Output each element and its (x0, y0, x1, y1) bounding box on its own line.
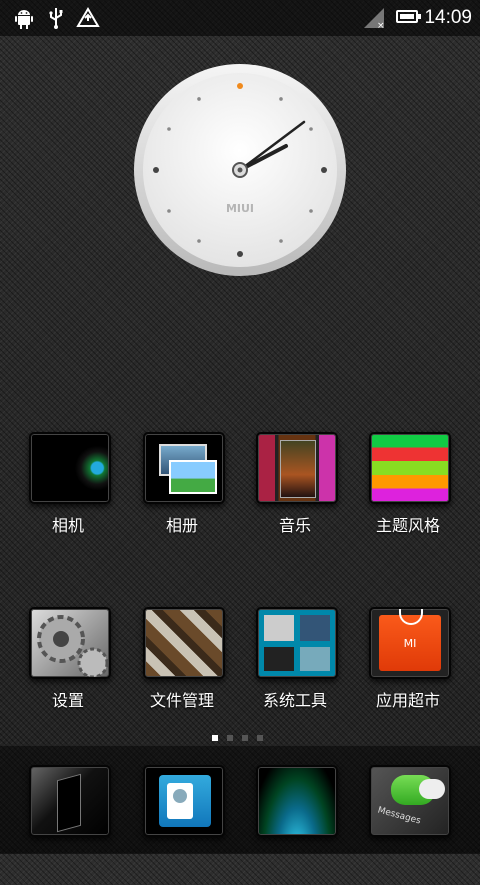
app-label: 相机 (51, 516, 84, 535)
app-store-icon: MI (369, 607, 451, 679)
clock-tick (279, 239, 283, 243)
app-music[interactable]: 音乐 (245, 432, 345, 552)
gallery-icon (143, 432, 225, 504)
clock-widget[interactable]: MIUI (132, 62, 348, 278)
signal-icon: × (364, 8, 385, 30)
page-dot[interactable] (242, 735, 248, 741)
app-label: 系统工具 (262, 691, 327, 710)
dock-phone[interactable] (18, 765, 118, 885)
status-time: 14:09 (424, 7, 472, 28)
phone-icon (29, 765, 111, 837)
clock-tick (279, 97, 283, 101)
messages-icon: Messages (369, 765, 451, 837)
dock-browser[interactable] (245, 765, 345, 885)
clock-tick (197, 239, 201, 243)
clock-brand: MIUI (226, 202, 254, 215)
app-settings[interactable]: 设置 (18, 607, 118, 727)
clock-tick (167, 209, 171, 213)
clock-tick (309, 209, 313, 213)
camera-lens-icon (29, 432, 111, 504)
system-tools-icon (256, 607, 338, 679)
page-dot[interactable] (212, 735, 218, 741)
gear-icon (29, 607, 111, 679)
music-player-icon (256, 432, 338, 504)
app-store-badge: MI (403, 637, 417, 650)
file-manager-icon (143, 607, 225, 679)
app-label: 音乐 (278, 516, 311, 535)
app-label: 文件管理 (149, 691, 214, 710)
usb-icon (49, 8, 63, 29)
app-store[interactable]: MI 应用超市 (358, 607, 458, 727)
clock-tick (237, 251, 243, 257)
page-indicator[interactable] (212, 726, 272, 741)
app-file-manager[interactable]: 文件管理 (132, 607, 232, 727)
app-themes[interactable]: 主题风格 (358, 432, 458, 552)
app-camera[interactable]: 相机 (18, 432, 118, 552)
android-debug-icon (15, 10, 33, 29)
browser-globe-icon (256, 765, 338, 837)
dock-messages[interactable]: Messages (358, 765, 458, 885)
theme-icon (369, 432, 451, 504)
contacts-icon (143, 765, 225, 837)
messages-text: Messages (376, 805, 422, 827)
app-gallery[interactable]: 相册 (132, 432, 232, 552)
svg-text:×: × (377, 21, 385, 30)
dock-contacts[interactable] (132, 765, 232, 885)
clock-tick (237, 83, 243, 89)
clock-tick (153, 167, 159, 173)
app-label: 设置 (51, 691, 84, 710)
app-system-tools[interactable]: 系统工具 (245, 607, 345, 727)
battery-icon (396, 10, 421, 23)
clock-tick (197, 97, 201, 101)
status-bar[interactable]: × 14:09 (0, 0, 480, 36)
app-label: 应用超市 (375, 691, 440, 710)
app-label: 主题风格 (375, 516, 440, 535)
upload-warning-icon (76, 7, 100, 27)
clock-tick (167, 127, 171, 131)
page-dot[interactable] (227, 735, 233, 741)
clock-tick (321, 167, 327, 173)
app-label: 相册 (165, 516, 198, 535)
page-dot[interactable] (257, 735, 263, 741)
clock-tick (309, 127, 313, 131)
